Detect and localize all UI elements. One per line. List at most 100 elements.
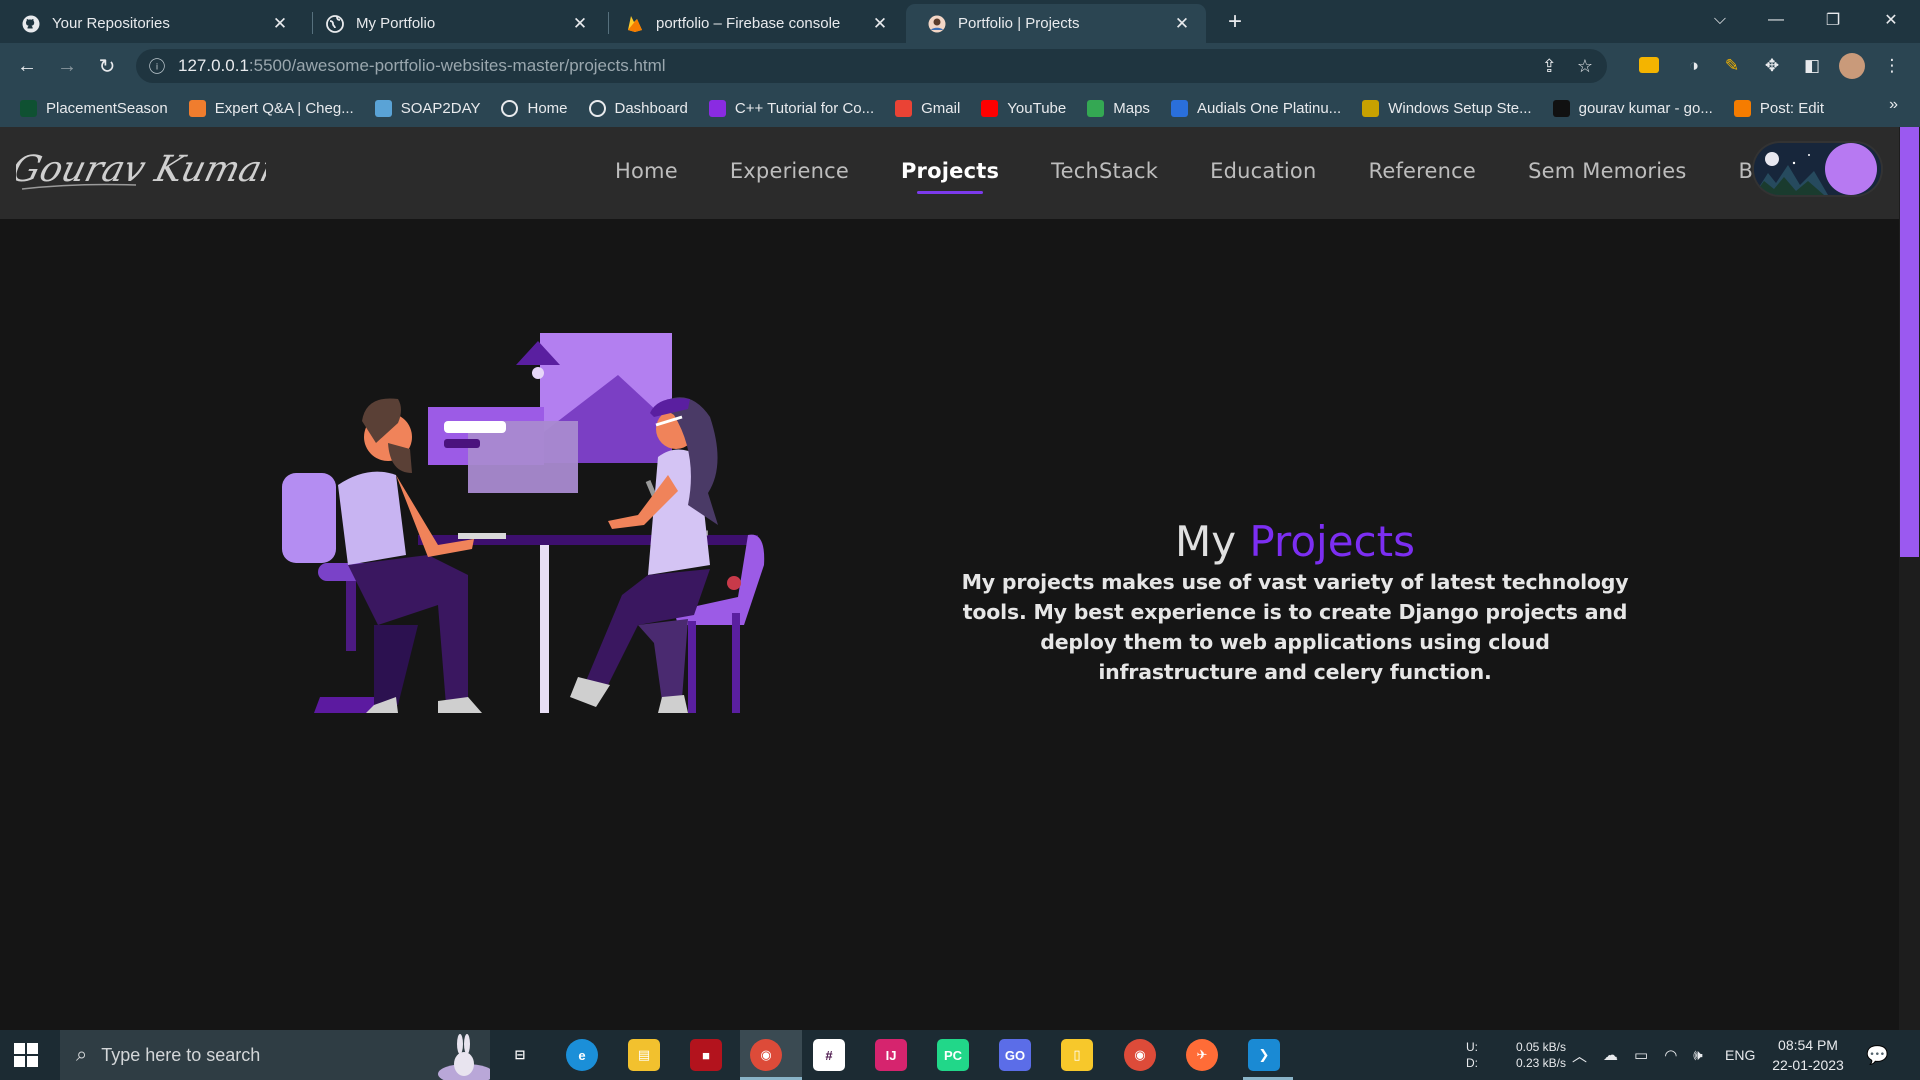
- tab-firebase-console[interactable]: portfolio – Firebase console ✕: [604, 4, 904, 43]
- nav-link-sem-memories[interactable]: Sem Memories: [1528, 159, 1686, 183]
- close-icon[interactable]: ✕: [570, 14, 590, 34]
- clock[interactable]: 08:54 PM 22-01-2023: [1770, 1030, 1846, 1080]
- close-icon[interactable]: ✕: [270, 14, 290, 34]
- bookmark-item[interactable]: Home: [501, 99, 568, 117]
- bookmark-item[interactable]: SOAP2DAY: [374, 99, 481, 117]
- file-explorer-icon[interactable]: ▤: [628, 1039, 660, 1071]
- scrollbar-thumb[interactable]: [1900, 127, 1919, 557]
- tab-my-portfolio[interactable]: My Portfolio ✕: [304, 4, 604, 43]
- bookmark-label: PlacementSeason: [46, 99, 168, 117]
- nav-link-education[interactable]: Education: [1210, 159, 1316, 183]
- restore-button[interactable]: ❐: [1808, 0, 1858, 40]
- page-title: My Projects: [1020, 517, 1570, 566]
- tab-label: portfolio – Firebase console: [656, 15, 841, 32]
- system-tray[interactable]: ︿ ☁ ▭ ◠ 🕪: [1572, 1030, 1703, 1080]
- bookmark-label: SOAP2DAY: [400, 99, 481, 117]
- theme-toggle-knob[interactable]: [1825, 143, 1877, 195]
- globe-icon: [501, 99, 519, 117]
- chrome-icon[interactable]: ◉: [750, 1039, 782, 1071]
- bookmarks-bar: PlacementSeason Expert Q&A | Cheg... SOAP2…: [0, 89, 1920, 127]
- close-window-button[interactable]: ✕: [1866, 0, 1916, 40]
- bookmark-item[interactable]: Audials One Platinu...: [1170, 99, 1342, 117]
- side-panel-icon[interactable]: ◧: [1799, 53, 1825, 79]
- windows-start-icon[interactable]: [14, 1043, 38, 1067]
- bookmark-label: gourav kumar - go...: [1578, 99, 1713, 117]
- page-viewport: Gourav Kumar Home Experience Projects TechS…: [0, 127, 1899, 1030]
- share-icon[interactable]: ⇪: [1542, 56, 1557, 77]
- sticky-notes-icon[interactable]: ▯: [1061, 1039, 1093, 1071]
- bookmark-label: Home: [527, 99, 568, 117]
- close-icon[interactable]: ✕: [1172, 14, 1192, 34]
- bookmark-item[interactable]: Gmail: [895, 99, 961, 117]
- profile-avatar[interactable]: [1839, 53, 1865, 79]
- battery-icon: ▭: [1634, 1047, 1649, 1064]
- cpp-icon: [708, 99, 726, 117]
- bookmark-item[interactable]: PlacementSeason: [20, 99, 168, 117]
- medium-icon: [1552, 99, 1570, 117]
- forward-button[interactable]: →: [53, 52, 81, 80]
- chrome-icon[interactable]: ◉: [1124, 1039, 1156, 1071]
- tab-your-repositories[interactable]: Your Repositories ✕: [0, 4, 304, 43]
- extensions-puzzle-icon[interactable]: ✥: [1759, 53, 1785, 79]
- gmail-icon: [895, 99, 913, 117]
- nav-link-experience[interactable]: Experience: [730, 159, 849, 183]
- nav-link-projects[interactable]: Projects: [901, 159, 999, 194]
- edge-icon[interactable]: e: [566, 1039, 598, 1071]
- site-info-icon[interactable]: i: [149, 58, 165, 74]
- extension-camera-icon[interactable]: ◑: [1681, 53, 1707, 79]
- search-placeholder: Type here to search: [101, 1044, 261, 1065]
- site-nav-links: Home Experience Projects TechStack Education…: [615, 159, 1849, 194]
- page-scrollbar[interactable]: [1899, 127, 1920, 1030]
- signature-logo[interactable]: Gourav Kumar: [16, 137, 266, 207]
- bookmark-item[interactable]: Expert Q&A | Cheg...: [188, 99, 354, 117]
- vscode-icon[interactable]: ❯: [1248, 1039, 1280, 1071]
- reload-button[interactable]: ↻: [93, 52, 121, 80]
- address-bar[interactable]: i 127.0.0.1:5500/awesome-portfolio-websi…: [136, 49, 1607, 83]
- bookmark-label: Windows Setup Ste...: [1388, 99, 1532, 117]
- goland-icon[interactable]: GO: [999, 1039, 1031, 1071]
- bookmark-item[interactable]: Windows Setup Ste...: [1362, 99, 1532, 117]
- bookmarks-overflow-icon[interactable]: »: [1889, 96, 1898, 114]
- notifications-icon[interactable]: 💬: [1866, 1030, 1888, 1080]
- windows-taskbar: ⌕ Type here to search ⊟ e ▤ ■ ◉ # IJ PC GO ▯ ◉ ✈ ❯ U…: [0, 1030, 1920, 1080]
- postman-icon[interactable]: ✈: [1186, 1039, 1218, 1071]
- red-app-icon[interactable]: ■: [690, 1039, 722, 1071]
- bookmark-item[interactable]: C++ Tutorial for Co...: [708, 99, 874, 117]
- intellij-icon[interactable]: IJ: [875, 1039, 907, 1071]
- volume-icon: 🕪: [1693, 1046, 1703, 1064]
- network-speed: 0.05 kB/s 0.23 kB/s: [1515, 1040, 1566, 1070]
- browser-tab-strip: Your Repositories ✕ My Portfolio ✕ portf…: [0, 0, 1920, 43]
- task-view-icon[interactable]: ⊟: [504, 1039, 536, 1071]
- nav-link-techstack[interactable]: TechStack: [1051, 159, 1158, 183]
- tab-search-chevron-icon[interactable]: ⌵: [1695, 0, 1745, 40]
- bookmark-item[interactable]: Maps: [1087, 99, 1150, 117]
- minimize-button[interactable]: —: [1751, 0, 1801, 40]
- bookmark-label: Audials One Platinu...: [1196, 99, 1342, 117]
- close-icon[interactable]: ✕: [870, 14, 890, 34]
- slack-icon[interactable]: #: [813, 1039, 845, 1071]
- new-tab-button[interactable]: +: [1221, 8, 1249, 36]
- bookmark-item[interactable]: Dashboard: [588, 99, 688, 117]
- bookmark-star-icon[interactable]: ☆: [1577, 56, 1593, 77]
- bookmark-label: Dashboard: [614, 99, 688, 117]
- bookmark-item[interactable]: YouTube: [981, 99, 1066, 117]
- extension-pen-icon[interactable]: ✎: [1719, 53, 1745, 79]
- taskbar-search[interactable]: ⌕ Type here to search: [60, 1030, 490, 1080]
- nav-link-home[interactable]: Home: [615, 159, 678, 183]
- bookmark-item[interactable]: gourav kumar - go...: [1552, 99, 1713, 117]
- back-button[interactable]: ←: [13, 52, 41, 80]
- browser-toolbar: ← → ↻ i 127.0.0.1:5500/awesome-portfolio…: [0, 43, 1920, 89]
- bookmark-label: Gmail: [921, 99, 961, 117]
- clock-date: 22-01-2023: [1772, 1057, 1844, 1073]
- tab-portfolio-projects[interactable]: Portfolio | Projects ✕: [906, 4, 1206, 43]
- maps-icon: [1087, 99, 1105, 117]
- nav-link-reference[interactable]: Reference: [1369, 159, 1477, 183]
- language-indicator[interactable]: ENG: [1725, 1030, 1755, 1080]
- bookmark-label: Post: Edit: [1759, 99, 1825, 117]
- bookmark-item[interactable]: Post: Edit: [1733, 99, 1825, 117]
- browser-menu-icon[interactable]: ⋮: [1879, 53, 1905, 79]
- pycharm-icon[interactable]: PC: [937, 1039, 969, 1071]
- title-accent: Projects: [1249, 517, 1416, 566]
- url-text: 127.0.0.1:5500/awesome-portfolio-website…: [178, 56, 666, 75]
- extension-notes-icon[interactable]: [1639, 57, 1659, 73]
